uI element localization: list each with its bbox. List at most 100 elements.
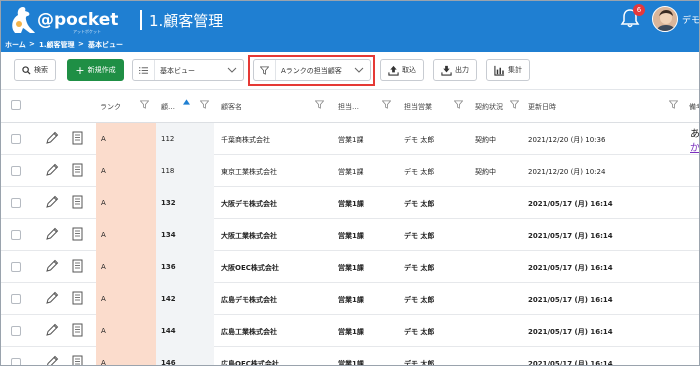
- select-all-checkbox[interactable]: [11, 100, 21, 110]
- cell-rep: デモ 太郎: [404, 264, 435, 272]
- cell-updated: 2021/05/17 (月) 16:14: [528, 296, 613, 304]
- column-header-notes[interactable]: 備考: [689, 102, 699, 112]
- column-header-rep[interactable]: 担当営業: [404, 102, 432, 112]
- cell-name[interactable]: 大阪工業株式会社: [221, 231, 277, 241]
- page-title: 1.顧客管理: [149, 12, 224, 30]
- row-checkbox[interactable]: [11, 326, 21, 336]
- cell-rank: A: [101, 263, 106, 271]
- aggregate-button[interactable]: 集計: [486, 59, 530, 81]
- filter-icon[interactable]: [510, 100, 519, 109]
- document-icon[interactable]: [72, 227, 84, 241]
- column-header-updated[interactable]: 更新日時: [528, 102, 556, 112]
- pencil-icon[interactable]: [45, 163, 59, 177]
- sort-up-icon[interactable]: [183, 99, 190, 105]
- logo-text: @pocket: [37, 10, 119, 30]
- cell-code: 146: [161, 359, 176, 366]
- table-row[interactable]: A 144 広島工業株式会社 営業1課 デモ 太郎 2021/05/17 (月) 16:1…: [1, 315, 699, 347]
- column-header-code[interactable]: 顧…: [161, 102, 175, 112]
- pencil-icon[interactable]: [45, 195, 59, 209]
- view-select-value: 基本ビュー: [160, 67, 195, 75]
- table-row[interactable]: A 132 大阪デモ株式会社 営業1課 デモ 太郎 2021/05/17 (月) 16:1…: [1, 187, 699, 219]
- table-row[interactable]: A 112 千葉商株式会社 営業1課 デモ 太郎 契約中 2021/12/20 (月) 10…: [1, 123, 699, 155]
- cell-dept: 営業1課: [338, 168, 364, 176]
- row-checkbox[interactable]: [11, 262, 21, 272]
- cell-rep: デモ 太郎: [404, 136, 435, 144]
- notes-preview-link[interactable]: か: [690, 139, 699, 154]
- table-row[interactable]: A 146 広島OEC株式会社 営業1課 デモ 太郎 2021/05/17 (月) 16:…: [1, 347, 699, 366]
- document-icon[interactable]: [72, 195, 84, 209]
- cell-name[interactable]: 大阪デモ株式会社: [221, 199, 277, 209]
- pencil-icon[interactable]: [45, 227, 59, 241]
- document-icon[interactable]: [72, 163, 84, 177]
- user-name[interactable]: デモ 太: [682, 13, 699, 26]
- filter-icon[interactable]: [454, 100, 463, 109]
- cell-dept: 営業1課: [338, 328, 364, 336]
- cell-name[interactable]: 千葉商株式会社: [221, 135, 270, 145]
- cell-name[interactable]: 大阪OEC株式会社: [221, 263, 279, 273]
- document-icon[interactable]: [72, 259, 84, 273]
- cell-rank: A: [101, 135, 106, 143]
- filter-icon[interactable]: [140, 100, 149, 109]
- cell-rep: デモ 太郎: [404, 200, 435, 208]
- cell-updated: 2021/05/17 (月) 16:14: [528, 200, 613, 208]
- notification-badge: 6: [633, 4, 645, 16]
- view-select[interactable]: 基本ビュー: [132, 59, 244, 81]
- cell-name[interactable]: 広島OEC株式会社: [221, 359, 279, 365]
- filter-icon[interactable]: [669, 100, 678, 109]
- cell-name[interactable]: 広島デモ株式会社: [221, 295, 277, 305]
- document-icon[interactable]: [72, 323, 84, 337]
- cell-code: 118: [161, 167, 175, 175]
- user-photo-icon: [653, 7, 677, 31]
- table-row[interactable]: A 118 東京工業株式会社 営業1課 デモ 太郎 契約中 2021/12/20 (月) 1…: [1, 155, 699, 187]
- cell-code: 142: [161, 295, 176, 303]
- column-header-status[interactable]: 契約状況: [475, 102, 503, 112]
- chevron-down-icon: [227, 67, 237, 73]
- row-checkbox[interactable]: [11, 230, 21, 240]
- new-record-button[interactable]: + 新規作成: [67, 59, 124, 81]
- row-checkbox[interactable]: [11, 166, 21, 176]
- row-checkbox[interactable]: [11, 358, 21, 365]
- cell-name[interactable]: 東京工業株式会社: [221, 167, 277, 177]
- cell-dept: 営業1課: [338, 200, 364, 208]
- document-icon[interactable]: [72, 131, 84, 145]
- document-icon[interactable]: [72, 355, 84, 365]
- breadcrumb-customer[interactable]: 1.顧客管理: [39, 40, 75, 50]
- avatar[interactable]: [652, 6, 678, 32]
- pencil-icon[interactable]: [45, 131, 59, 145]
- filter-icon[interactable]: [382, 100, 391, 109]
- header-divider: [140, 10, 142, 30]
- row-checkbox[interactable]: [11, 294, 21, 304]
- aggregate-button-label: 集計: [508, 66, 522, 74]
- cell-rank: A: [101, 327, 106, 335]
- notes-preview-text: あ: [690, 129, 700, 140]
- cell-code: 112: [161, 135, 175, 143]
- filter-icon[interactable]: [315, 100, 324, 109]
- import-button[interactable]: 取込: [380, 59, 424, 81]
- column-header-rank[interactable]: ランク: [100, 102, 121, 112]
- breadcrumb-home[interactable]: ホーム: [5, 40, 26, 50]
- breadcrumb-current: 基本ビュー: [88, 41, 123, 49]
- table-row[interactable]: A 136 大阪OEC株式会社 営業1課 デモ 太郎 2021/05/17 (月) 16:…: [1, 251, 699, 283]
- export-button[interactable]: 出力: [433, 59, 477, 81]
- filter-icon[interactable]: [200, 100, 209, 109]
- app-logo[interactable]: @pocket アットポケット: [7, 4, 119, 36]
- logo-subtext: アットポケット: [73, 29, 101, 34]
- search-button[interactable]: 検索: [14, 59, 56, 81]
- cell-name[interactable]: 広島工業株式会社: [221, 327, 277, 337]
- row-checkbox[interactable]: [11, 134, 21, 144]
- column-header-dept[interactable]: 担当…: [338, 102, 359, 112]
- breadcrumb-separator: >: [78, 40, 84, 48]
- pencil-icon[interactable]: [45, 259, 59, 273]
- table-header: ランク 顧… 顧客名 担当… 担当営業 契約状況 更新日時 備考: [1, 90, 699, 123]
- pencil-icon[interactable]: [45, 291, 59, 305]
- pencil-icon[interactable]: [45, 355, 59, 365]
- document-icon[interactable]: [72, 291, 84, 305]
- row-checkbox[interactable]: [11, 198, 21, 208]
- table-row[interactable]: A 142 広島デモ株式会社 営業1課 デモ 太郎 2021/05/17 (月) 16:1…: [1, 283, 699, 315]
- cell-rank: A: [101, 359, 106, 366]
- pencil-icon[interactable]: [45, 323, 59, 337]
- table-row[interactable]: A 134 大阪工業株式会社 営業1課 デモ 太郎 2021/05/17 (月) 16:1…: [1, 219, 699, 251]
- search-icon: [22, 65, 31, 75]
- column-header-name[interactable]: 顧客名: [221, 102, 242, 112]
- search-button-label: 検索: [34, 66, 48, 74]
